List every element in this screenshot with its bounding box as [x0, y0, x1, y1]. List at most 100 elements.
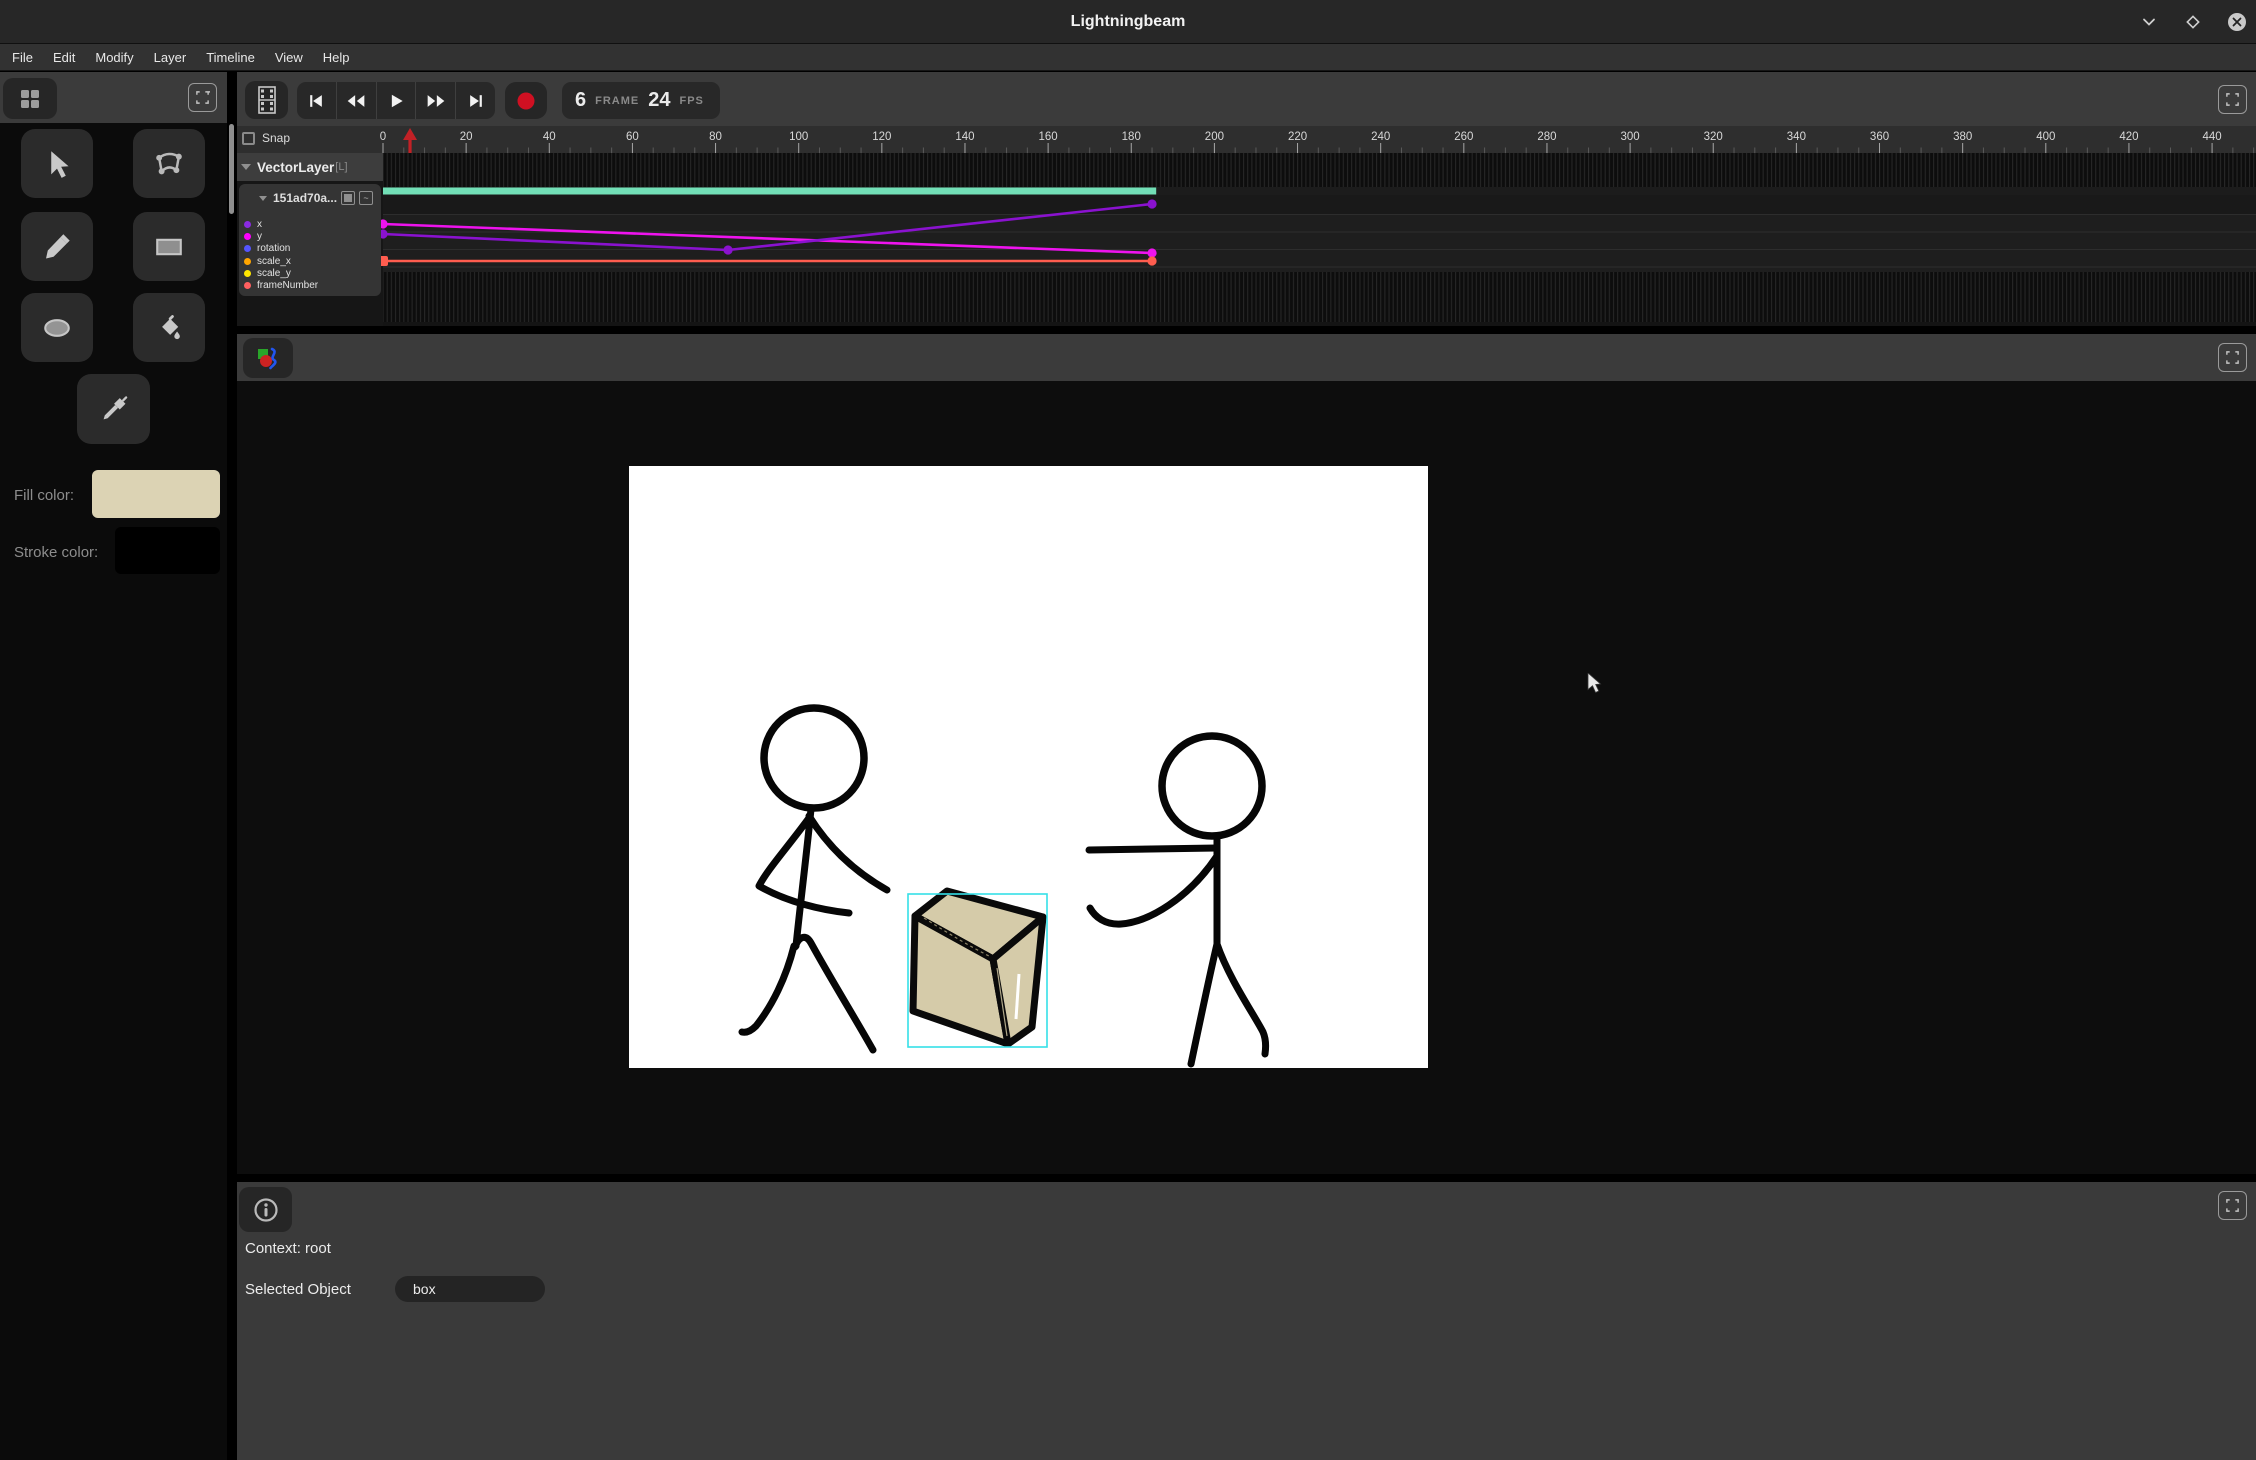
property-row-x[interactable]: x: [239, 218, 381, 230]
expand-canvas-button[interactable]: [2218, 343, 2247, 372]
layer-badge: [L]: [335, 161, 347, 173]
diamond-maximize-icon[interactable]: [2182, 11, 2204, 33]
play-button[interactable]: [377, 82, 417, 119]
property-row-frameNumber[interactable]: frameNumber: [239, 279, 381, 291]
info-icon: [253, 1197, 279, 1223]
menu-help[interactable]: Help: [313, 44, 360, 71]
rectangle-icon: [152, 230, 186, 264]
property-row-rotation[interactable]: rotation: [239, 243, 381, 255]
mouse-cursor: [1587, 673, 1603, 700]
keyframe-x[interactable]: [1147, 199, 1156, 208]
keyframe-frameNumber[interactable]: [1147, 256, 1156, 265]
fill-color-label: Fill color:: [14, 487, 74, 504]
ruler-label: 240: [1371, 131, 1390, 143]
ruler-label: 60: [626, 131, 639, 143]
menu-file[interactable]: File: [2, 44, 43, 71]
node-editor-tool-button[interactable]: [133, 129, 205, 198]
play-icon: [386, 91, 406, 111]
sublayer-name: 151ad70a...: [273, 191, 337, 205]
record-button[interactable]: [505, 82, 547, 119]
keyframe-span-bar[interactable]: [383, 188, 1156, 195]
layer-frames-track[interactable]: [383, 153, 2256, 187]
layers-scrollbar[interactable]: [229, 124, 234, 214]
ellipse-tool-button[interactable]: [21, 293, 93, 362]
tool-panel: Fill color: Stroke color:: [0, 72, 227, 1460]
paint-bucket-tool-button[interactable]: [133, 293, 205, 362]
empty-frames-track[interactable]: [383, 272, 2256, 322]
property-name: x: [257, 219, 262, 230]
ruler-label: 440: [2202, 131, 2221, 143]
property-name: rotation: [257, 243, 290, 254]
timeline-header: 6 FRAME 24 FPS: [237, 72, 2256, 126]
skip-end-button[interactable]: [456, 82, 495, 119]
ruler-label: 340: [1787, 131, 1806, 143]
expand-info-button[interactable]: [2218, 1191, 2247, 1220]
expand-icon: [195, 90, 210, 105]
timeline-body[interactable]: 0204060801001201401601802002202402602803…: [237, 126, 2256, 326]
sublayer-row[interactable]: 151ad70a... ~: [239, 184, 381, 205]
layer-row-vectorlayer[interactable]: VectorLayer [L]: [237, 153, 383, 181]
eyedropper-tool-button[interactable]: [77, 374, 150, 444]
fill-color-swatch[interactable]: [92, 470, 220, 518]
sublayer-visibility-button[interactable]: [341, 191, 355, 205]
record-icon: [516, 91, 536, 111]
collapse-caret-icon[interactable]: [241, 164, 251, 170]
curve-graph-area[interactable]: [383, 214, 2256, 272]
context-text: Context: root: [245, 1240, 331, 1257]
ruler-label: 380: [1953, 131, 1972, 143]
menu-view[interactable]: View: [265, 44, 313, 71]
stick-figure-right[interactable]: [1089, 736, 1266, 1064]
panel-gutter: [227, 72, 237, 1460]
keyframe-x[interactable]: [723, 245, 732, 254]
menu-timeline[interactable]: Timeline: [196, 44, 265, 71]
property-color-dot: [244, 221, 251, 228]
canvas-viewport[interactable]: [237, 381, 2256, 1174]
snap-label: Snap: [262, 131, 290, 145]
info-button[interactable]: [239, 1187, 292, 1232]
expand-panel-button[interactable]: [188, 83, 217, 112]
select-tool-button[interactable]: [21, 129, 93, 198]
fast-forward-button[interactable]: [416, 82, 456, 119]
selected-object-dropdown[interactable]: box: [395, 1276, 545, 1302]
menu-modify[interactable]: Modify: [85, 44, 143, 71]
collapse-caret-icon[interactable]: [259, 196, 267, 201]
property-row-scale_y[interactable]: scale_y: [239, 267, 381, 279]
ruler-label: 160: [1039, 131, 1058, 143]
frame-label: FRAME: [595, 95, 639, 107]
stage-artboard[interactable]: [629, 466, 1428, 1068]
fast-forward-icon: [425, 91, 447, 111]
rewind-button[interactable]: [337, 82, 377, 119]
property-color-dot: [244, 245, 251, 252]
box-drawing[interactable]: [913, 891, 1043, 1044]
menu-layer[interactable]: Layer: [144, 44, 197, 71]
close-circle-icon[interactable]: [2226, 11, 2248, 33]
pencil-icon: [42, 232, 72, 262]
chevron-down-icon[interactable]: [2138, 11, 2160, 33]
film-strip-icon: [256, 86, 278, 114]
property-color-dot: [244, 233, 251, 240]
ruler-label: 300: [1621, 131, 1640, 143]
snap-control[interactable]: Snap: [242, 131, 290, 145]
window-title: Lightningbeam: [0, 0, 2256, 44]
shapes-icon: [255, 345, 281, 371]
stroke-color-swatch[interactable]: [115, 527, 220, 574]
keyframe-y[interactable]: [1147, 248, 1156, 257]
stick-figure-left[interactable]: [742, 708, 887, 1050]
expand-timeline-button[interactable]: [2218, 85, 2247, 114]
grid-layout-button[interactable]: [3, 78, 57, 119]
ruler-label: 200: [1205, 131, 1224, 143]
tool-panel-header: [0, 72, 227, 123]
menu-edit[interactable]: Edit: [43, 44, 85, 71]
snap-checkbox[interactable]: [242, 132, 255, 145]
canvas-header: [237, 334, 2256, 381]
skip-start-button[interactable]: [297, 82, 337, 119]
property-name: frameNumber: [257, 280, 318, 291]
rectangle-tool-button[interactable]: [133, 212, 205, 281]
sublayer-tilde-button[interactable]: ~: [359, 191, 373, 205]
pencil-tool-button[interactable]: [21, 212, 93, 281]
shapes-button[interactable]: [243, 338, 293, 378]
property-row-y[interactable]: y: [239, 230, 381, 242]
film-button[interactable]: [245, 81, 288, 119]
path-nodes-icon: [153, 148, 185, 180]
property-row-scale_x[interactable]: scale_x: [239, 255, 381, 267]
